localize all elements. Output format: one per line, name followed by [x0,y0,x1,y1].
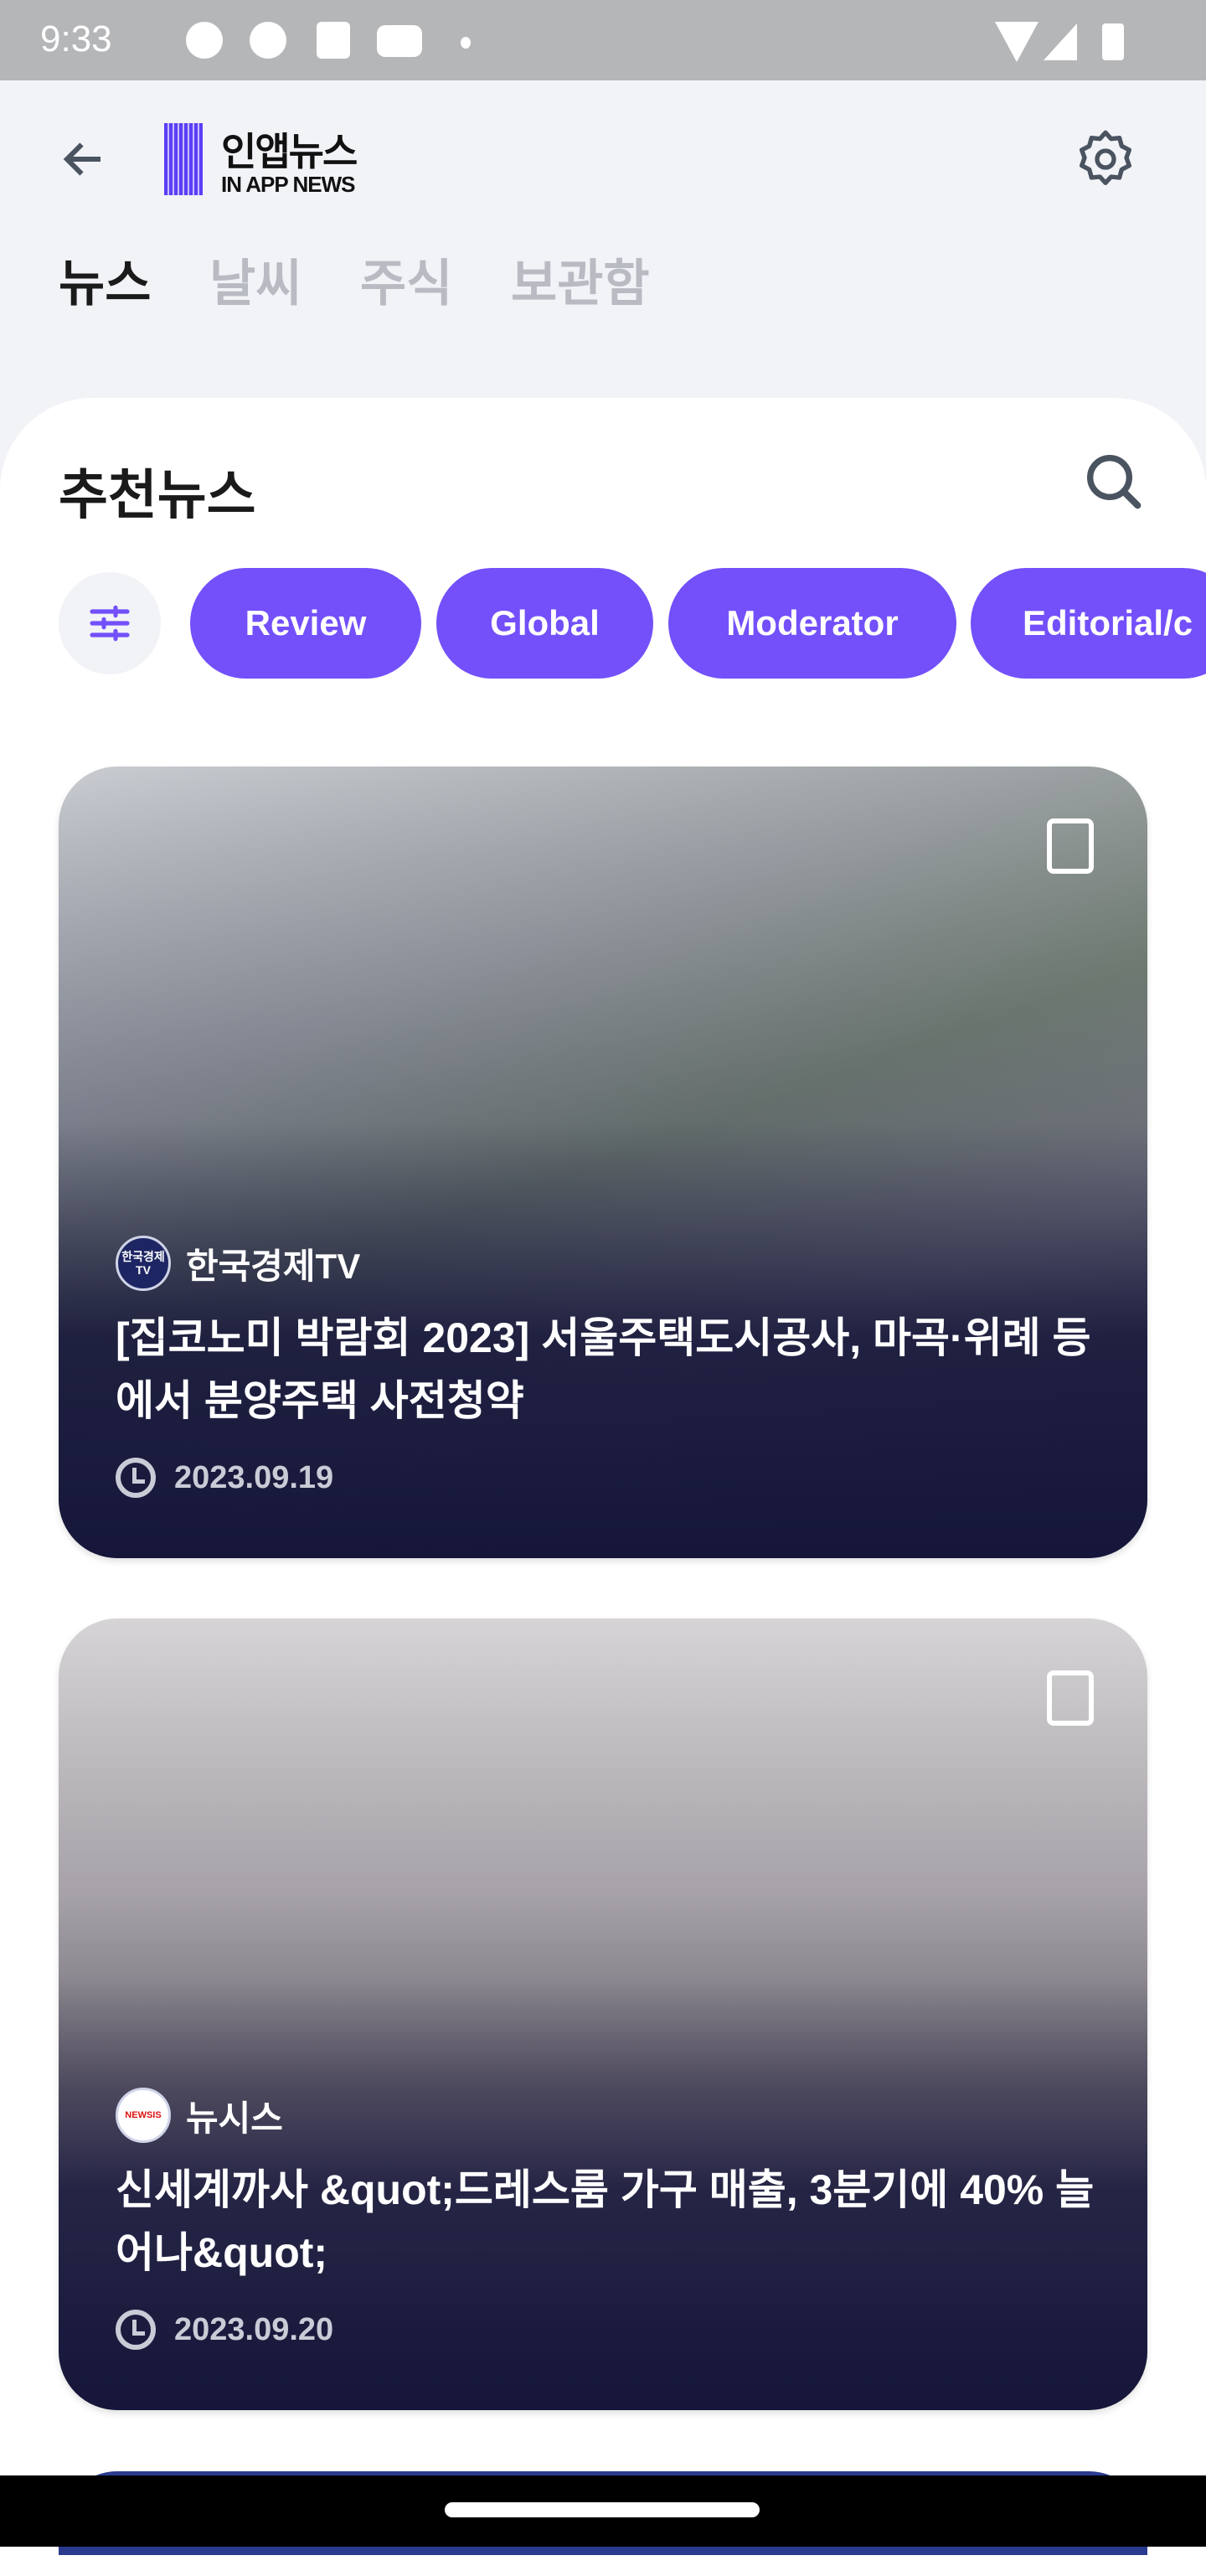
app-logo: 인앱뉴스 IN APP NEWS [162,121,372,197]
news-card[interactable]: NEWSIS 뉴시스 신세계까사 &quot;드레스룸 가구 매출, 3분기에 … [59,1618,1147,2410]
source-logo: NEWSIS [116,2088,171,2143]
messenger-icon [186,22,223,59]
youtube-icon [377,25,422,57]
image-overlay [59,767,1147,1558]
tab-news[interactable]: 뉴스 [59,243,151,316]
clock-icon [116,2310,156,2350]
date-text: 2023.09.20 [174,2311,334,2347]
article-source: 한국경제 TV 한국경제TV [116,1236,360,1291]
chip-editorial[interactable]: Editorial/c [971,568,1206,679]
tab-weather[interactable]: 날씨 [209,243,302,316]
search-button[interactable] [1080,448,1147,515]
article-title: [집코노미 박람회 2023] 서울주택도시공사, 마곡·위례 등에서 분양주택… [116,1314,1091,1424]
logo-english: IN APP NEWS [221,172,355,197]
settings-button[interactable] [1072,126,1139,193]
source-name: 뉴시스 [186,2098,283,2138]
filter-button[interactable] [59,572,161,674]
article-title: 신세계까사 &quot;드레스룸 가구 매출, 3분기에 40% 늘어나&quo… [116,2166,1095,2276]
chip-review[interactable]: Review [190,568,421,679]
date-text: 2023.09.19 [174,1459,334,1495]
home-indicator[interactable] [445,2502,760,2517]
logo-korean: 인앱뉴스 [221,130,358,173]
article-date: 2023.09.20 [116,2310,333,2350]
source-name: 한국경제TV [186,1246,361,1286]
gear-icon [1080,130,1131,185]
section-title: 추천뉴스 [59,465,256,525]
image-overlay [59,1618,1147,2410]
chip-global[interactable]: Global [436,568,653,679]
back-button[interactable] [59,134,109,184]
arrow-left-icon [63,142,100,176]
filter-sliders-icon [90,605,130,642]
battery-icon [1102,23,1124,60]
tab-saved[interactable]: 보관함 [511,243,650,316]
signal-icon [1044,23,1077,60]
source-logo: 한국경제 TV [116,1236,171,1291]
dot-icon [461,37,471,49]
shopping-icon [317,22,350,59]
logo-mark [164,123,203,195]
chip-moderator[interactable]: Moderator [668,568,956,679]
wifi-icon [995,22,1038,62]
bookmark-icon[interactable] [1047,818,1094,874]
news-card[interactable]: 한국경제 TV 한국경제TV [집코노미 박람회 2023] 서울주택도시공사,… [59,767,1147,1558]
article-date: 2023.09.19 [116,1458,333,1498]
search-icon [1087,455,1142,509]
status-time: 9:33 [40,18,112,59]
bookmark-icon[interactable] [1047,1670,1094,1726]
article-source: NEWSIS 뉴시스 [116,2088,283,2143]
status-bar: 9:33 [0,0,1206,80]
kakaotalk-icon [250,22,286,59]
navigation-bar [0,2475,1206,2547]
tab-stocks[interactable]: 주식 [360,243,452,316]
clock-icon [116,1458,156,1498]
